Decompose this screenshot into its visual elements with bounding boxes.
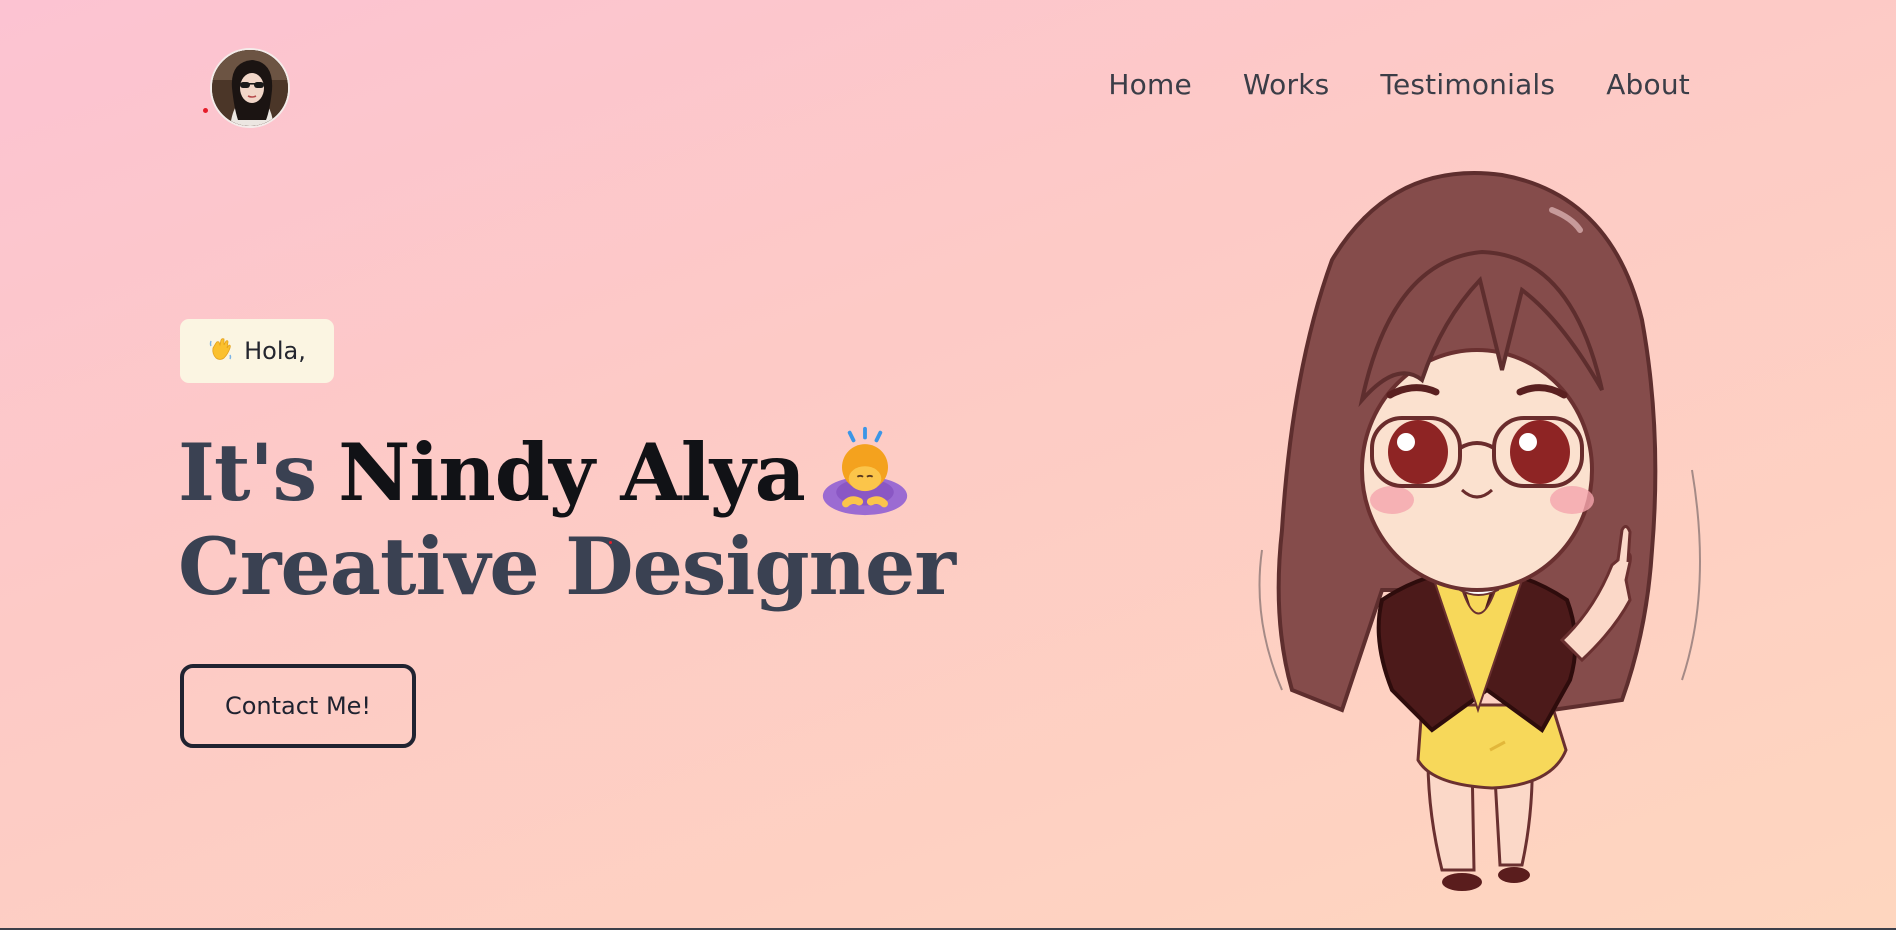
nav-testimonials[interactable]: Testimonials <box>1380 68 1555 101</box>
headline-name: Nindy Alya <box>338 426 806 519</box>
hero-headline: It's Nindy Alya Creative Designer <box>178 425 956 613</box>
headline-line-1: It's Nindy Alya <box>178 425 955 521</box>
character-illustration <box>1222 170 1722 900</box>
person-bowing-icon <box>819 425 915 521</box>
headline-intro: It's <box>178 426 317 519</box>
decor-dot <box>609 541 612 544</box>
nav-home[interactable]: Home <box>1108 68 1192 101</box>
status-dot <box>203 108 208 113</box>
waving-hand-icon <box>208 336 234 367</box>
nav-works[interactable]: Works <box>1243 68 1330 101</box>
profile-avatar[interactable] <box>210 48 290 128</box>
headline-role: Creative Designer <box>178 520 956 613</box>
greeting-badge: Hola, <box>180 319 334 383</box>
main-nav: Home Works Testimonials About <box>1108 68 1690 101</box>
nav-about[interactable]: About <box>1606 68 1690 101</box>
profile-photo <box>212 50 288 126</box>
greeting-text: Hola, <box>244 337 306 365</box>
contact-button[interactable]: Contact Me! <box>180 664 416 748</box>
